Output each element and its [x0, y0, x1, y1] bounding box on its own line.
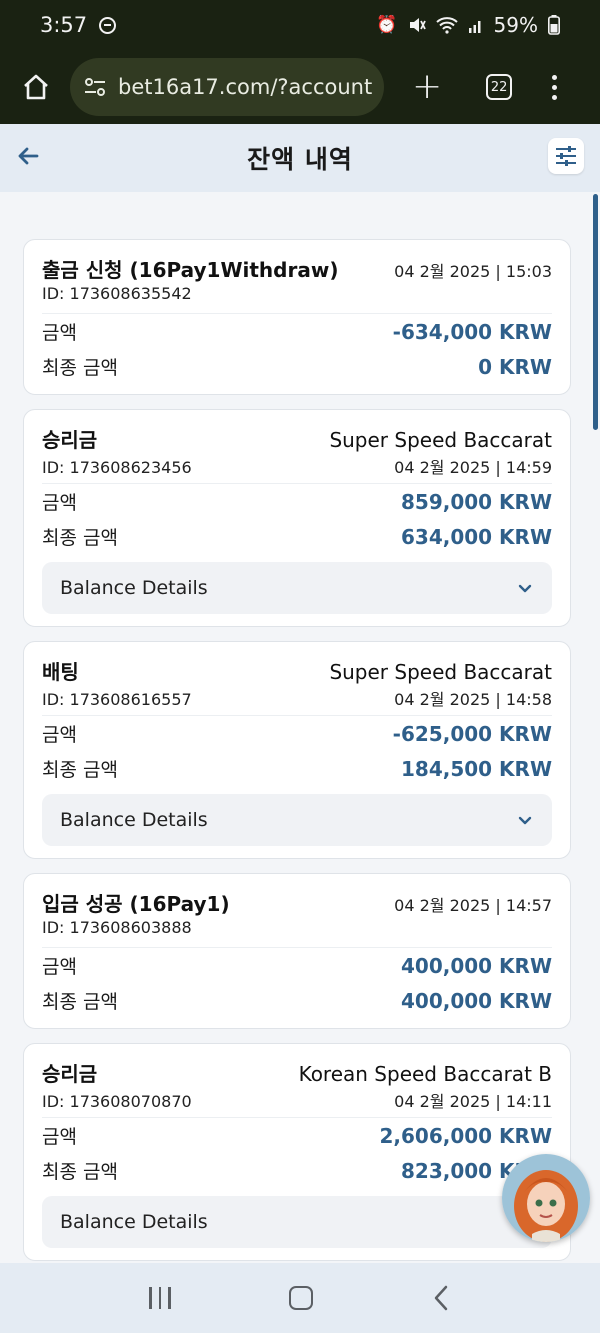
transaction-game: Korean Speed Baccarat B [298, 1062, 552, 1086]
wifi-icon [435, 17, 458, 34]
transaction-date: 04 2월 2025 | 14:57 [394, 896, 552, 915]
status-bar: 3:57 ⏰ 59% [0, 0, 600, 50]
transaction-id: ID: 173608635542 [42, 284, 192, 303]
transaction-card: 입금 성공 (16Pay1) 04 2월 2025 | 14:57 ID: 17… [23, 873, 571, 1029]
balance-details-toggle[interactable]: Balance Details [42, 1196, 552, 1248]
balance-details-toggle[interactable]: Balance Details [42, 794, 552, 846]
amount-label: 금액 [42, 1126, 77, 1148]
balance-details-label: Balance Details [60, 577, 208, 599]
home-button[interactable] [18, 69, 54, 105]
final-amount-label: 최종 금액 [42, 991, 118, 1013]
home-nav-button[interactable] [288, 1286, 313, 1310]
transaction-card: 출금 신청 (16Pay1Withdraw) 04 2월 2025 | 15:0… [23, 239, 571, 395]
transaction-type: 입금 성공 (16Pay1) [42, 892, 230, 916]
filter-button[interactable] [548, 138, 584, 174]
address-bar[interactable]: bet16a17.com/?accounts=9 [70, 58, 384, 116]
transaction-id: ID: 173608623456 [42, 458, 192, 477]
amount-label: 금액 [42, 322, 77, 344]
final-amount-value: 0 KRW [478, 354, 552, 379]
back-nav-icon[interactable] [431, 1284, 451, 1312]
balance-details-label: Balance Details [60, 809, 208, 831]
transaction-list-view[interactable]: 출금 신청 (16Pay1Withdraw) 04 2월 2025 | 15:0… [0, 192, 600, 1263]
transaction-type: 승리금 [42, 428, 98, 452]
battery-icon [548, 15, 560, 35]
transaction-card: 승리금 Korean Speed Baccarat B ID: 17360807… [23, 1043, 571, 1261]
final-amount-label: 최종 금액 [42, 1161, 118, 1183]
transaction-id: ID: 173608603888 [42, 918, 192, 937]
final-amount-value: 400,000 KRW [400, 988, 552, 1013]
avatar-icon [502, 1154, 590, 1242]
transaction-card: 승리금 Super Speed Baccarat ID: 17360862345… [23, 409, 571, 627]
battery-percent: 59% [493, 13, 538, 37]
transaction-game: Super Speed Baccarat [329, 428, 552, 452]
transaction-date: 04 2월 2025 | 14:59 [394, 458, 552, 477]
chevron-down-icon [518, 816, 532, 825]
transaction-date: 04 2월 2025 | 14:11 [394, 1092, 552, 1111]
balance-details-toggle[interactable]: Balance Details [42, 562, 552, 614]
transaction-game: Super Speed Baccarat [329, 660, 552, 684]
signal-icon [468, 21, 481, 33]
final-amount-label: 최종 금액 [42, 759, 118, 781]
browser-toolbar: bet16a17.com/?accounts=9 + 22 [0, 50, 600, 124]
back-arrow-icon[interactable] [16, 144, 40, 168]
transaction-date: 04 2월 2025 | 15:03 [394, 262, 552, 281]
transaction-id: ID: 173608070870 [42, 1092, 192, 1111]
status-icons: ⏰ 59% [376, 13, 560, 37]
recent-apps-button[interactable] [149, 1287, 171, 1309]
system-nav-bar [0, 1263, 600, 1333]
status-time: 3:57 [40, 13, 88, 37]
balance-details-label: Balance Details [60, 1211, 208, 1233]
transaction-type: 승리금 [42, 1062, 98, 1086]
tab-switcher-button[interactable]: 22 [486, 74, 513, 100]
site-settings-icon[interactable] [82, 74, 108, 100]
final-amount-value: 634,000 KRW [400, 524, 552, 549]
transaction-type: 배팅 [42, 660, 79, 684]
amount-label: 금액 [42, 492, 77, 514]
final-amount-value: 184,500 KRW [400, 756, 552, 781]
amount-value: 859,000 KRW [400, 489, 552, 514]
amount-value: 400,000 KRW [400, 953, 552, 978]
app-header: 잔액 내역 [0, 124, 600, 192]
transaction-list: 출금 신청 (16Pay1Withdraw) 04 2월 2025 | 15:0… [23, 239, 571, 1263]
new-tab-button[interactable]: + [412, 69, 442, 105]
amount-label: 금액 [42, 956, 77, 978]
amount-value: 2,606,000 KRW [379, 1123, 552, 1148]
mute-icon [409, 18, 426, 32]
alarm-icon: ⏰ [376, 15, 398, 35]
amount-label: 금액 [42, 724, 77, 746]
page-title: 잔액 내역 [247, 145, 353, 174]
transaction-card: 배팅 Super Speed Baccarat ID: 173608616557… [23, 641, 571, 859]
chevron-down-icon [518, 584, 532, 593]
amount-value: -634,000 KRW [392, 319, 552, 344]
final-amount-label: 최종 금액 [42, 527, 118, 549]
browser-menu-button[interactable] [552, 74, 558, 100]
transaction-date: 04 2월 2025 | 14:58 [394, 690, 552, 709]
transaction-id: ID: 173608616557 [42, 690, 192, 709]
final-amount-label: 최종 금액 [42, 357, 118, 379]
sliders-icon [556, 146, 576, 166]
url-text: bet16a17.com/?accounts=9 [118, 75, 372, 99]
transaction-type: 출금 신청 (16Pay1Withdraw) [42, 258, 339, 282]
amount-value: -625,000 KRW [392, 721, 552, 746]
scrollbar[interactable] [593, 194, 598, 430]
dnd-icon [99, 16, 117, 34]
home-icon [24, 74, 48, 100]
support-chat-avatar[interactable] [502, 1154, 590, 1242]
